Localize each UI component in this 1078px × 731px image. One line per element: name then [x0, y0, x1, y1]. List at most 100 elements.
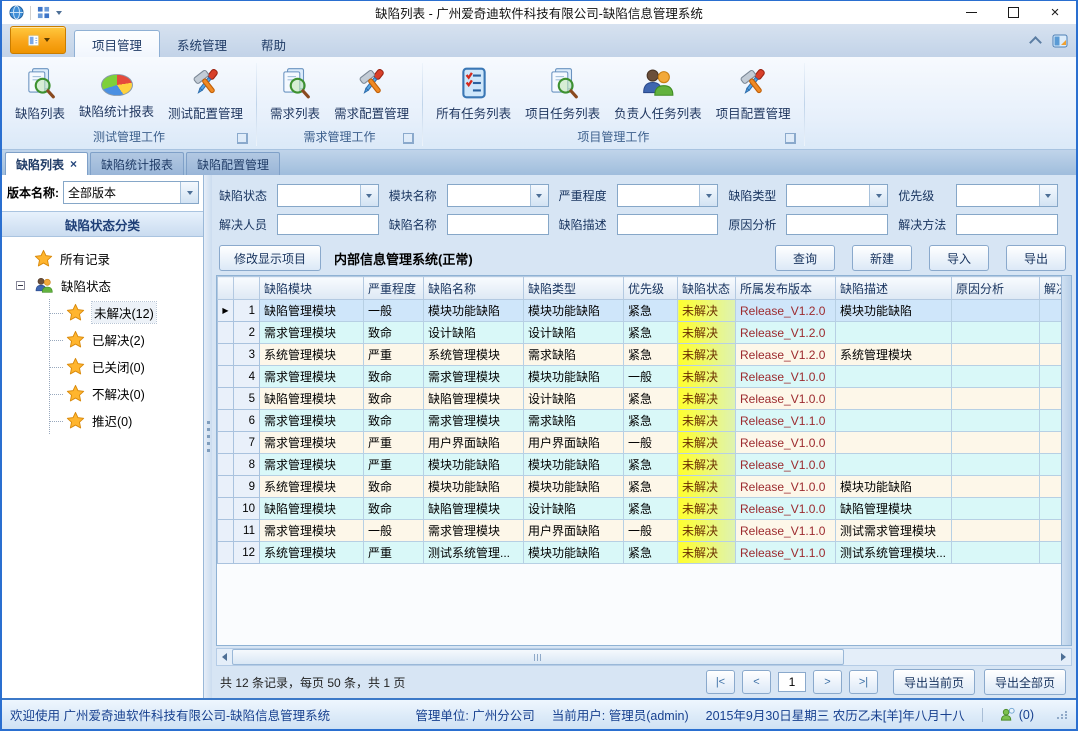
ribbon-button-requirement-list[interactable]: 需求列表 [263, 62, 327, 124]
table-row[interactable]: 10缺陷管理模块致命缺陷管理模块设计缺陷紧急未解决Release_V1.0.0缺… [218, 498, 1073, 520]
filter-input-cause-analysis[interactable] [786, 214, 888, 235]
filter-combo-module-name[interactable] [447, 184, 549, 207]
row-selector[interactable] [218, 454, 234, 476]
tree-item-all-records[interactable]: 所有记录 [2, 245, 203, 272]
query-button[interactable]: 查询 [775, 245, 835, 271]
table-row[interactable]: 12系统管理模块严重测试系统管理...模块功能缺陷紧急未解决Release_V1… [218, 542, 1073, 564]
column-header[interactable]: 严重程度 [364, 277, 424, 300]
ribbon-tab-project-management[interactable]: 项目管理 [74, 30, 160, 57]
collapse-expander-icon[interactable] [16, 281, 25, 290]
chevron-down-icon[interactable] [1039, 185, 1057, 206]
resize-grip[interactable] [1057, 711, 1068, 719]
tree-item-wont-fix[interactable]: 不解决(0) [50, 380, 203, 407]
ribbon-button-defect-report[interactable]: 缺陷统计报表 [72, 62, 161, 122]
close-tab-icon[interactable]: × [70, 158, 77, 170]
table-row[interactable]: ▶1缺陷管理模块一般模块功能缺陷模块功能缺陷紧急未解决Release_V1.2.… [218, 300, 1073, 322]
ribbon-button-owner-tasks[interactable]: 负责人任务列表 [607, 62, 709, 124]
dialog-launcher-icon[interactable] [237, 133, 248, 144]
tree-item-resolved[interactable]: 已解决(2) [50, 326, 203, 353]
help-icon[interactable] [1052, 33, 1068, 49]
table-row[interactable]: 8需求管理模块严重模块功能缺陷模块功能缺陷紧急未解决Release_V1.0.0 [218, 454, 1073, 476]
last-page-button[interactable]: >| [849, 670, 878, 694]
maximize-button[interactable] [992, 2, 1034, 24]
scroll-left-icon[interactable] [217, 649, 232, 665]
ribbon-button-requirement-config[interactable]: 需求配置管理 [327, 62, 416, 124]
online-users-icon[interactable] [1000, 707, 1015, 722]
row-selector[interactable] [218, 388, 234, 410]
row-selector[interactable] [218, 498, 234, 520]
column-header[interactable]: 优先级 [624, 277, 678, 300]
column-header[interactable]: 缺陷模块 [260, 277, 364, 300]
minimize-button[interactable] [950, 2, 992, 24]
first-page-button[interactable]: |< [706, 670, 735, 694]
close-button[interactable]: × [1034, 2, 1076, 24]
ribbon-tab-system-management[interactable]: 系统管理 [160, 31, 244, 57]
dialog-launcher-icon[interactable] [403, 133, 414, 144]
table-row[interactable]: 11需求管理模块一般需求管理模块用户界面缺陷一般未解决Release_V1.1.… [218, 520, 1073, 542]
row-selector[interactable] [218, 410, 234, 432]
chevron-down-icon[interactable] [56, 11, 62, 15]
row-selector[interactable] [218, 344, 234, 366]
row-selector[interactable] [218, 322, 234, 344]
doc-tab-defect-config[interactable]: 缺陷配置管理 [186, 152, 280, 175]
ribbon-tab-help[interactable]: 帮助 [244, 31, 303, 57]
filter-combo-defect-status[interactable] [277, 184, 379, 207]
filter-combo-defect-type[interactable] [786, 184, 888, 207]
doc-tab-defect-list[interactable]: 缺陷列表 × [5, 152, 88, 175]
collapse-ribbon-icon[interactable] [1029, 36, 1042, 49]
column-header[interactable]: 原因分析 [952, 277, 1040, 300]
export-current-page-button[interactable]: 导出当前页 [893, 669, 975, 695]
tree-item-defect-status[interactable]: 缺陷状态 [2, 272, 203, 299]
table-row[interactable]: 9系统管理模块致命模块功能缺陷模块功能缺陷紧急未解决Release_V1.0.0… [218, 476, 1073, 498]
export-all-pages-button[interactable]: 导出全部页 [984, 669, 1066, 695]
tree-item-unresolved[interactable]: 未解决(12) [50, 299, 203, 326]
column-header[interactable]: 缺陷状态 [678, 277, 736, 300]
table-row[interactable]: 4需求管理模块致命需求管理模块模块功能缺陷一般未解决Release_V1.0.0 [218, 366, 1073, 388]
row-selector[interactable] [218, 432, 234, 454]
row-selector[interactable] [218, 366, 234, 388]
table-row[interactable]: 7需求管理模块严重用户界面缺陷用户界面缺陷一般未解决Release_V1.0.0 [218, 432, 1073, 454]
export-button[interactable]: 导出 [1006, 245, 1066, 271]
scroll-right-icon[interactable] [1056, 649, 1071, 665]
filter-input-solution[interactable] [956, 214, 1058, 235]
panel-splitter[interactable] [204, 175, 212, 698]
modify-display-items-button[interactable]: 修改显示项目 [219, 245, 321, 271]
ribbon-button-project-tasks[interactable]: 项目任务列表 [518, 62, 607, 124]
table-row[interactable]: 5缺陷管理模块致命缺陷管理模块设计缺陷紧急未解决Release_V1.0.0 [218, 388, 1073, 410]
chevron-down-icon[interactable] [869, 185, 887, 206]
doc-tab-defect-report[interactable]: 缺陷统计报表 [90, 152, 184, 175]
chevron-down-icon[interactable] [530, 185, 548, 206]
ribbon-button-test-config[interactable]: 测试配置管理 [161, 62, 250, 124]
ribbon-button-project-config[interactable]: 项目配置管理 [709, 62, 798, 124]
column-header[interactable]: 所属发布版本 [736, 277, 836, 300]
vertical-scrollbar[interactable] [1061, 276, 1071, 645]
next-page-button[interactable]: > [813, 670, 842, 694]
chevron-down-icon[interactable] [699, 185, 717, 206]
import-button[interactable]: 导入 [929, 245, 989, 271]
chevron-down-icon[interactable] [180, 182, 198, 203]
application-menu-button[interactable] [10, 26, 66, 54]
filter-input-defect-description[interactable] [617, 214, 719, 235]
row-selector[interactable]: ▶ [218, 300, 234, 322]
filter-input-resolver[interactable] [277, 214, 379, 235]
ribbon-button-all-tasks[interactable]: 所有任务列表 [429, 62, 518, 124]
prev-page-button[interactable]: < [742, 670, 771, 694]
ribbon-button-defect-list[interactable]: 缺陷列表 [8, 62, 72, 124]
page-number-input[interactable] [778, 672, 806, 692]
column-header[interactable]: 缺陷类型 [524, 277, 624, 300]
filter-input-defect-name[interactable] [447, 214, 549, 235]
row-selector[interactable] [218, 542, 234, 564]
table-row[interactable]: 6需求管理模块致命需求管理模块需求缺陷紧急未解决Release_V1.1.0 [218, 410, 1073, 432]
quick-access-grid-icon[interactable] [37, 6, 50, 19]
filter-combo-severity[interactable] [617, 184, 719, 207]
column-header[interactable]: 缺陷描述 [836, 277, 952, 300]
new-button[interactable]: 新建 [852, 245, 912, 271]
dialog-launcher-icon[interactable] [785, 133, 796, 144]
table-row[interactable]: 2需求管理模块致命设计缺陷设计缺陷紧急未解决Release_V1.2.0 [218, 322, 1073, 344]
row-selector[interactable] [218, 520, 234, 542]
row-selector[interactable] [218, 476, 234, 498]
version-combo[interactable]: 全部版本 [63, 181, 199, 204]
scrollbar-thumb[interactable] [232, 649, 844, 665]
column-header[interactable]: 缺陷名称 [424, 277, 524, 300]
tree-item-closed[interactable]: 已关闭(0) [50, 353, 203, 380]
